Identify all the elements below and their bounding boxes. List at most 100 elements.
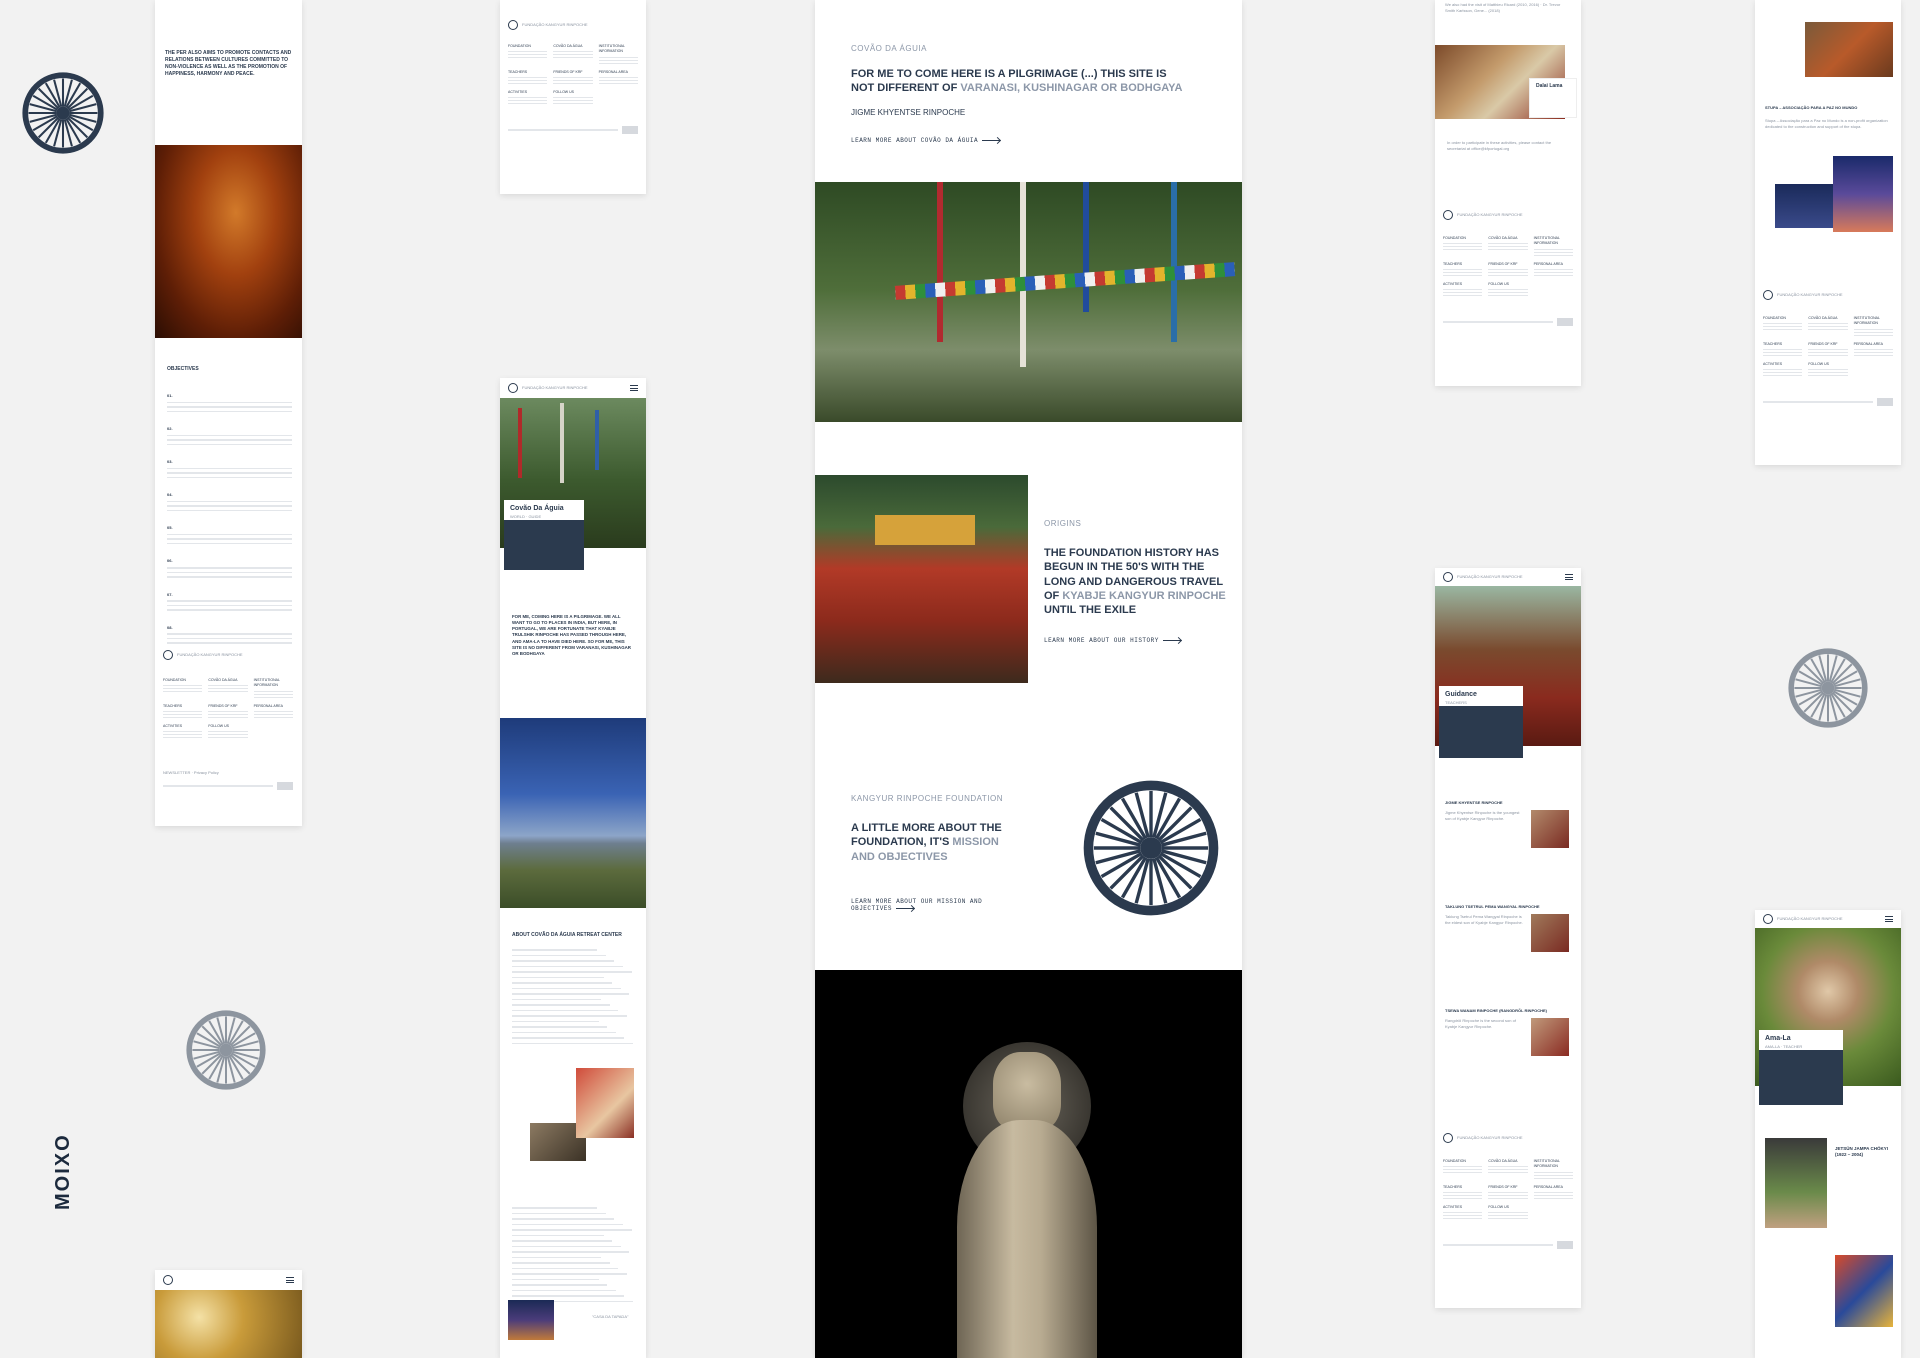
link-label: LEARN MORE ABOUT COVÃO DA ÁGUIA	[851, 136, 979, 144]
link-label: LEARN MORE ABOUT OUR MISSION AND OBJECTI…	[851, 897, 983, 912]
objective-item: 05.	[167, 525, 292, 545]
monks-group-photo	[1805, 22, 1893, 77]
guidance-button[interactable]	[1461, 748, 1501, 754]
menu-icon[interactable]	[1885, 916, 1893, 922]
mobile-page-stupa: STUPA – ASSOCIAÇÃO PARA A PAZ NO MUNDO S…	[1755, 0, 1901, 465]
menu-icon[interactable]	[630, 385, 638, 391]
newsletter-submit[interactable]	[1557, 1241, 1573, 1249]
link-label: LEARN MORE ABOUT OUR HISTORY	[1044, 637, 1159, 645]
footer-heading: INSTITUTIONAL INFORMATION	[1533, 1159, 1560, 1169]
pilgrimage-headline: FOR ME TO COME HERE IS A PILGRIMAGE (...…	[851, 67, 1191, 96]
dharma-wheel-icon	[186, 1010, 266, 1090]
ama-la-button[interactable]	[1781, 1095, 1821, 1101]
privacy-link[interactable]: Privacy Policy	[194, 770, 219, 775]
newsletter-submit[interactable]	[1557, 318, 1573, 326]
guidance-title: Guidance	[1445, 691, 1477, 698]
headline-part: UNTIL THE EXILE	[1044, 604, 1137, 617]
ama-la-subtitle: AMA-LA · TEACHER	[1765, 1043, 1803, 1049]
hero-button[interactable]	[524, 560, 564, 566]
objective-item: 01.	[167, 393, 292, 413]
footer-column: COVÃO DA ÁGUA	[553, 44, 593, 66]
newsletter-submit[interactable]	[622, 126, 638, 134]
footer-heading: PERSONAL AREA	[253, 703, 283, 708]
learn-more-covao-link[interactable]: LEARN MORE ABOUT COVÃO DA ÁGUIA	[851, 137, 1191, 144]
hands-photo	[155, 145, 302, 338]
mobile-page-covao: FUNDAÇÃO KANGYUR RINPOCHE Covão Da Águia…	[500, 378, 646, 1358]
footer-heading: FRIENDS OF KRF	[208, 703, 238, 708]
footer-column: FRIENDS OF KRF	[1808, 341, 1848, 358]
footer-column: INSTITUTIONAL INFORMATION	[1853, 316, 1893, 338]
objective-number: 08.	[167, 624, 173, 630]
mobile-page-objectives: THE PER ALSO AIMS TO PROMOTE CONTACTS AN…	[155, 0, 302, 826]
newsletter-submit[interactable]	[1877, 398, 1893, 406]
footer-column: FOUNDATION	[508, 44, 548, 66]
footer-column: FOUNDATION	[163, 678, 203, 700]
logo-icon	[508, 383, 518, 393]
dharma-wheel-icon	[1788, 648, 1868, 728]
teacher-3-photo	[1531, 1018, 1569, 1056]
logo-icon	[163, 650, 173, 660]
footer-heading: FOUNDATION	[1763, 316, 1786, 320]
teacher-1-photo	[1531, 810, 1569, 848]
dharma-wheel-icon	[22, 72, 104, 154]
objective-number: 01.	[167, 393, 173, 398]
newsletter-submit[interactable]	[277, 782, 293, 790]
collage-photo-b	[576, 1068, 634, 1138]
logo-icon	[1443, 572, 1453, 582]
footer-heading: TEACHERS	[1443, 261, 1463, 266]
footer-column: FOLLOW US	[553, 90, 593, 106]
footer-column: INSTITUTIONAL INFORMATION	[1533, 1159, 1573, 1181]
footer-heading: ACTIVITIES	[1443, 281, 1463, 286]
teacher-1-name: JIGME KHYENTSE RINPOCHE	[1445, 800, 1503, 805]
footer-column: TEACHERS	[1763, 342, 1803, 358]
landscape-photo	[500, 718, 646, 908]
mobile-page-activities: We also had the visit of Matthieu Ricard…	[1435, 0, 1581, 386]
stupa-text: Stupa – Associação para a Paz no Mundo i…	[1765, 118, 1888, 129]
dharma-wheel-icon	[1083, 780, 1219, 916]
logo-icon	[508, 20, 518, 30]
footer-column: INSTITUTIONAL INFORMATION	[253, 678, 293, 700]
objective-item: 07.	[167, 592, 292, 611]
menu-icon[interactable]	[1565, 574, 1573, 580]
footer-heading: FRIENDS OF KRF	[1808, 341, 1838, 346]
footer-heading: INSTITUTIONAL INFORMATION	[253, 678, 280, 688]
footer-column: PERSONAL AREA	[1533, 1185, 1573, 1201]
jetsun-title: JETSÜN JAMPA CHÖKYI (1922 – 2004)	[1835, 1146, 1889, 1158]
monastery-photo	[815, 475, 1028, 683]
footer-column: FOLLOW US	[208, 723, 248, 740]
contact-text: In order to participate in these activit…	[1447, 140, 1552, 151]
footer-heading: FOLLOW US	[1488, 281, 1509, 286]
footer-heading: PERSONAL AREA	[1853, 341, 1883, 346]
footer-heading: TEACHERS	[163, 703, 183, 708]
footer-column: PERSONAL AREA	[253, 703, 293, 720]
photo-caption: "CASA DA TAPADA"	[592, 1314, 629, 1319]
pilgrimage-quote: FOR ME, COMING HERE IS A PILGRIMAGE. WE …	[512, 614, 631, 656]
footer-column: FRIENDS OF KRF	[208, 703, 248, 720]
footer-column: TEACHERS	[508, 70, 548, 86]
section-kicker: COVÃO DA ÁGUIA	[851, 44, 927, 53]
menu-icon[interactable]	[286, 1277, 294, 1283]
footer-org: FUNDAÇÃO KANGYUR RINPOCHE	[1777, 292, 1843, 297]
footer-heading: FOLLOW US	[208, 723, 229, 728]
learn-more-history-link[interactable]: LEARN MORE ABOUT OUR HISTORY	[1044, 637, 1229, 644]
footer-heading: COVÃO DA ÁGUA	[208, 678, 238, 682]
footer-heading: COVÃO DA ÁGUA	[553, 44, 583, 48]
footer-column: ACTIVITIES	[1443, 1205, 1483, 1221]
about-title: ABOUT COVÃO DA ÁGUIA RETREAT CENTER	[512, 932, 622, 938]
footer-column: COVÃO DA ÁGUA	[1808, 316, 1848, 338]
footer-column: ACTIVITIES	[163, 724, 203, 740]
caption-name: Dalai Lama	[1536, 83, 1563, 89]
teacher-3-name: TSEWA WANAM RINPOCHE (RANGDRÖL RINPOCHE)	[1445, 1008, 1547, 1013]
brand-wordmark: MOIXO	[52, 1133, 74, 1210]
header-org: FUNDAÇÃO KANGYUR RINPOCHE	[522, 385, 588, 390]
footer-heading: PERSONAL AREA	[1533, 261, 1563, 266]
footer-column: FOLLOW US	[1808, 361, 1848, 378]
learn-more-mission-link[interactable]: LEARN MORE ABOUT OUR MISSION AND OBJECTI…	[851, 898, 1021, 912]
footer-heading: FRIENDS OF KRF	[553, 69, 583, 74]
mobile-page-guidance: FUNDAÇÃO KANGYUR RINPOCHE Guidance TEACH…	[1435, 568, 1581, 1308]
history-headline: THE FOUNDATION HISTORY HAS BEGUN IN THE …	[1044, 546, 1229, 617]
footer-heading: FOLLOW US	[1808, 361, 1829, 366]
objectives-title: OBJECTIVES	[167, 366, 199, 372]
objective-number: 06.	[167, 558, 173, 564]
footer-column: COVÃO DA ÁGUA	[1488, 236, 1528, 258]
